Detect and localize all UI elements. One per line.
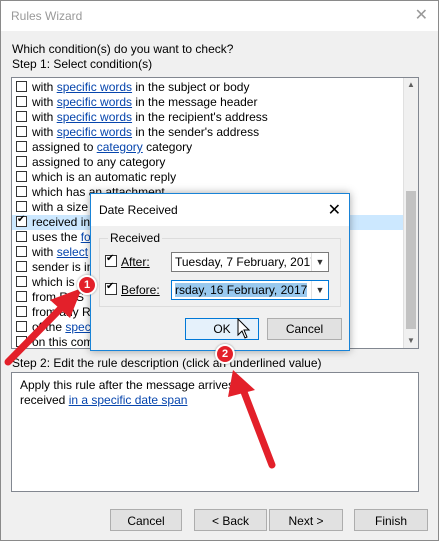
annotation-badge-2: 2 (215, 344, 235, 364)
arrow-2 (228, 370, 276, 469)
arrow-1 (4, 288, 82, 366)
annotation-layer (4, 288, 276, 469)
annotation-badge-1: 1 (77, 275, 97, 295)
